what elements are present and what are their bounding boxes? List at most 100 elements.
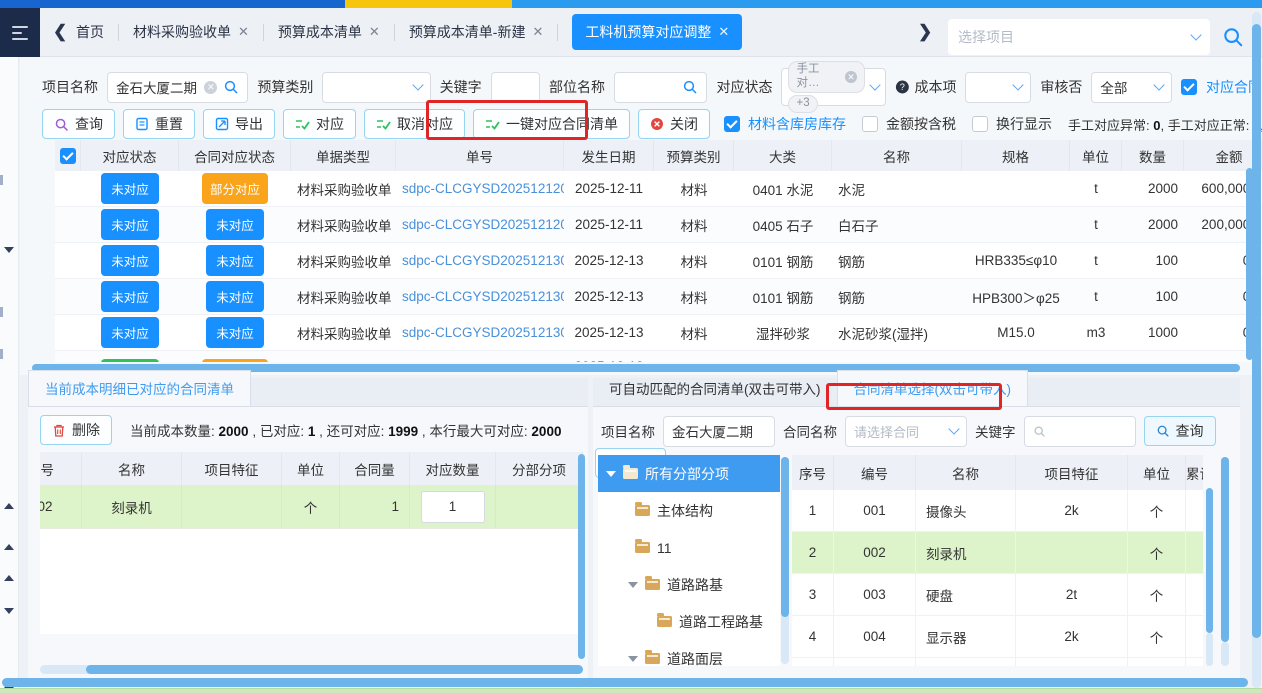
wrap-line-checkbox[interactable] <box>972 116 988 132</box>
tree-item-4[interactable]: 道路路基 <box>598 566 780 603</box>
tree-expand-icon[interactable] <box>606 471 616 477</box>
keyword-input[interactable] <box>1024 416 1136 447</box>
status-badge[interactable]: 未对应 <box>101 317 159 348</box>
amount-with-tax-checkbox[interactable] <box>862 116 878 132</box>
match-qty-input[interactable]: 1 <box>421 491 485 523</box>
cost-item-select[interactable] <box>965 72 1031 103</box>
doc-no-link[interactable]: sdpc-CLCGYSD2025121200 <box>402 217 564 232</box>
clear-icon[interactable]: ✕ <box>204 81 217 94</box>
status-badge[interactable]: 未对应 <box>206 245 264 276</box>
unmatch-button[interactable]: 取消对应 <box>364 109 465 139</box>
table-row[interactable]: 未对应未对应材料采购验收单sdpc-CLCGYSD20251213002025-… <box>55 243 1262 279</box>
part-name-input[interactable] <box>614 72 708 103</box>
matched-table-row[interactable]: 002刻录机个11 <box>40 485 583 529</box>
project-select[interactable]: 选择项目 <box>948 19 1210 55</box>
delete-button[interactable]: 删除 <box>40 415 112 445</box>
doc-no-link[interactable]: sdpc-CLCGYSD2025121300 <box>402 253 564 268</box>
close-tab-icon[interactable]: ✕ <box>238 24 249 40</box>
select-all-checkbox[interactable] <box>60 148 76 164</box>
project-name-input[interactable]: 金石大厦二期 ✕ <box>107 72 248 103</box>
chevron-up-icon[interactable] <box>4 544 14 550</box>
match-status-tag[interactable]: 手工对…✕ <box>788 61 864 93</box>
page-horizontal-scrollbar[interactable] <box>2 678 1248 687</box>
tab-contract-list-select[interactable]: 合同清单选择(双击可带入) <box>837 370 1029 406</box>
status-badge[interactable]: 未对应 <box>101 245 159 276</box>
status-badge[interactable]: 部分对应 <box>202 173 268 204</box>
doc-no-link[interactable]: sdpc-CLCGYSD2025121200 <box>402 181 564 196</box>
contract-item-row[interactable]: 5005网线超五类米 <box>792 658 1203 666</box>
contract-name-select[interactable]: 请选择合同 <box>845 416 967 447</box>
status-badge[interactable]: 未对应 <box>101 209 159 240</box>
contract-item-row[interactable]: 4004显示器2k个 <box>792 616 1203 658</box>
search-icon[interactable] <box>682 79 698 95</box>
chevron-up-icon[interactable] <box>4 503 14 509</box>
page-vertical-scrollbar[interactable] <box>1252 24 1261 638</box>
close-button[interactable]: 关闭 <box>638 109 710 139</box>
tree-expand-icon[interactable] <box>628 582 638 588</box>
tree-item-3[interactable]: 11 <box>598 529 780 566</box>
chevron-down-icon[interactable] <box>4 247 14 253</box>
nav-tab-5[interactable]: 工料机预算对应调整✕ <box>572 14 742 50</box>
contract-item-row[interactable]: 2002刻录机个 <box>792 532 1203 574</box>
doc-no-link[interactable]: sdpc-CLCGYSD2025121300 <box>402 289 564 304</box>
close-tab-icon[interactable]: ✕ <box>369 24 380 40</box>
close-tab-icon[interactable]: ✕ <box>718 24 729 40</box>
table-row[interactable]: 未对应部分对应材料采购验收单sdpc-CLCGYSD20251212002025… <box>55 171 1262 207</box>
contract-match-checkbox[interactable] <box>1181 79 1197 95</box>
tab-auto-match-contract-list[interactable]: 可自动匹配的合同清单(双击可带入) <box>593 371 837 406</box>
status-badge[interactable]: 未对应 <box>101 173 159 204</box>
status-badge[interactable]: 未对应 <box>206 281 264 312</box>
hamburger-menu-icon[interactable] <box>0 8 40 57</box>
tabs-scroll-right-icon[interactable]: ❯ <box>918 22 932 42</box>
tree-item-5[interactable]: 道路工程路基 <box>598 603 780 640</box>
remove-tag-icon[interactable]: ✕ <box>845 71 857 83</box>
one-key-match-button[interactable]: 一键对应合同清单 <box>473 109 630 139</box>
search-icon[interactable] <box>223 79 239 95</box>
nav-tab-3[interactable]: 预算成本清单✕ <box>278 22 380 42</box>
horizontal-scrollbar[interactable] <box>86 665 583 674</box>
tree-item-1[interactable]: 所有分部分项 <box>598 455 780 492</box>
table-row[interactable]: 已对应部分对应材料采购验收单2025-12-13材料 <box>55 351 1262 362</box>
tree-item-2[interactable]: 主体结构 <box>598 492 780 529</box>
status-badge[interactable]: 未对应 <box>101 281 159 312</box>
audit-select[interactable]: 全部 <box>1091 72 1172 103</box>
match-button[interactable]: 对应 <box>283 109 356 139</box>
contract-item-row[interactable]: 1001摄像头2k个 <box>792 490 1203 532</box>
query-button[interactable]: 查询 <box>42 109 115 139</box>
chevron-down-icon[interactable] <box>4 608 14 614</box>
reset-button[interactable]: 重置 <box>123 109 195 139</box>
help-icon[interactable]: ? <box>895 79 910 95</box>
chevron-up-icon[interactable] <box>4 575 14 581</box>
column-header: 编号 <box>834 455 916 490</box>
table-row[interactable]: 未对应未对应材料采购验收单sdpc-CLCGYSD20251213002025-… <box>55 315 1262 351</box>
status-badge[interactable]: 已对应 <box>101 359 159 362</box>
project-name-input[interactable]: 金石大厦二期 <box>663 416 775 447</box>
close-tab-icon[interactable]: ✕ <box>532 24 543 40</box>
select-all-checkbox-cell[interactable] <box>55 140 81 171</box>
status-badge[interactable]: 未对应 <box>206 317 264 348</box>
tree-expand-icon[interactable] <box>628 656 638 662</box>
table-row[interactable]: 未对应未对应材料采购验收单sdpc-CLCGYSD20251212002025-… <box>55 207 1262 243</box>
table-row[interactable]: 未对应未对应材料采购验收单sdpc-CLCGYSD20251213002025-… <box>55 279 1262 315</box>
export-button[interactable]: 导出 <box>203 109 275 139</box>
match-status-multiselect[interactable]: 手工对…✕ +3 <box>781 68 885 106</box>
material-warehouse-checkbox[interactable] <box>724 116 740 132</box>
status-badge[interactable]: 未对应 <box>206 209 264 240</box>
budget-type-select[interactable] <box>322 72 430 103</box>
search-icon[interactable] <box>1222 26 1244 48</box>
tabs-scroll-left-icon[interactable]: ❮ <box>53 22 67 42</box>
tree-item-6[interactable]: 道路面层 <box>598 640 780 666</box>
vertical-scrollbar[interactable] <box>578 454 585 659</box>
keyword-input[interactable] <box>491 72 540 103</box>
nav-tab-1[interactable]: 首页 <box>76 22 104 42</box>
vertical-scrollbar[interactable] <box>1206 488 1213 633</box>
tab-matched-contract-list[interactable]: 当前成本明细已对应的合同清单 <box>28 370 251 406</box>
vertical-scrollbar[interactable] <box>1221 457 1229 642</box>
nav-tab-4[interactable]: 预算成本清单-新建✕ <box>409 22 544 42</box>
doc-no-link[interactable]: sdpc-CLCGYSD2025121300 <box>402 325 564 340</box>
contract-item-row[interactable]: 3003硬盘2t个 <box>792 574 1203 616</box>
vertical-scrollbar[interactable] <box>781 457 789 617</box>
contract-query-button[interactable]: 查询 <box>1144 416 1216 446</box>
status-badge[interactable]: 部分对应 <box>202 359 268 362</box>
nav-tab-2[interactable]: 材料采购验收单✕ <box>133 22 249 42</box>
